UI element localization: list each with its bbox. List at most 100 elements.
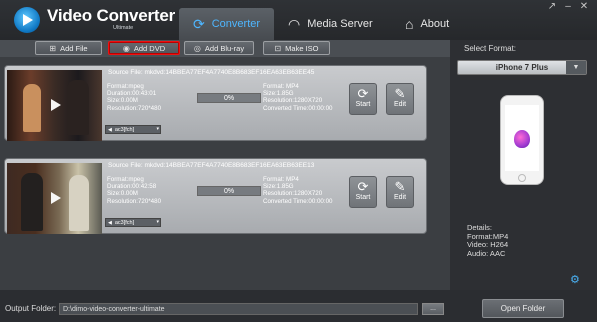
source-format: Format:mpeg [107,176,144,183]
source-resolution: Resolution:720*480 [107,197,162,205]
converted-time: Converted Time:00:00:00 [263,104,333,112]
footer: Output Folder: D:\dimo-video-converter-u… [0,290,597,322]
header: Video Converter Ultimate ⟳ Converter ◠ M… [0,0,597,40]
source-size: Size:0.00M [107,97,138,105]
app-window: Video Converter Ultimate ⟳ Converter ◠ M… [0,0,597,322]
output-resolution: Resolution:1280X720 [263,97,323,105]
toolbar: ⊞ Add File ◉ Add DVD ◎ Add Blu-ray ⊡ Mak… [0,40,450,57]
format-dropdown[interactable]: iPhone 7 Plus ▼ [457,60,587,75]
output-size: Size:1.85G [263,183,294,191]
audio-track-value: ac3[fch] [114,126,135,133]
add-file-label: Add File [60,43,88,53]
make-iso-label: Make ISO [285,43,319,53]
progress-bar: 0% [197,93,261,103]
source-size: Size:0.00M [107,190,138,198]
chevron-down-icon: ▾ [156,126,159,132]
add-bluray-button[interactable]: ◎ Add Blu-ray [184,41,254,55]
edit-button[interactable]: ✎ Edit [386,83,414,115]
list-item[interactable]: Source File: mkdvd:14BBEA77EF4A7740E8B68… [4,65,427,141]
person-figure [21,173,43,231]
edit-icon: ✎ [394,86,406,101]
start-button[interactable]: ⟳ Start [349,176,377,208]
tab-label: Converter [211,18,261,30]
output-info: Format: MP4 Size:1.85G Resolution:1280X7… [263,176,332,205]
gear-icon[interactable]: ⚙ [570,273,580,286]
tab-media-server[interactable]: ◠ Media Server [288,8,388,40]
open-folder-button[interactable]: Open Folder [482,299,564,318]
edit-label: Edit [393,194,407,201]
speaker-icon: ◀ [108,126,112,133]
source-info: Format:mpeg Duration:00:42:58 Size:0.00M… [107,176,161,205]
restore-window-button[interactable]: ↗ [545,0,559,14]
add-bluray-label: Add Blu-ray [204,43,245,53]
chevron-down-icon: ▼ [566,61,586,74]
person-figure [69,175,89,231]
output-folder-label: Output Folder: [5,304,57,313]
person-figure [23,84,41,132]
output-info: Format: MP4 Size:1.85G Resolution:1280X7… [263,83,332,112]
play-icon [51,192,61,204]
output-format: Format: MP4 [263,83,299,90]
progress-bar: 0% [197,186,261,196]
source-resolution: Resolution:720*480 [107,104,162,112]
audio-track-value: ac3[fch] [114,219,135,226]
refresh-icon: ⟳ [357,86,369,101]
source-duration: Duration:00:42:58 [107,183,157,191]
close-button[interactable]: ✕ [577,0,591,14]
tab-label: Media Server [307,18,373,30]
video-thumbnail[interactable] [7,163,102,234]
play-icon [51,99,61,111]
add-file-button[interactable]: ⊞ Add File [35,41,102,55]
start-button[interactable]: ⟳ Start [349,83,377,115]
edit-icon: ✎ [394,179,406,194]
edit-label: Edit [393,101,407,108]
speaker-icon: ◀ [108,219,112,226]
output-folder-field[interactable]: D:\dimo-video-converter-ultimate [59,303,418,315]
video-thumbnail[interactable] [7,70,102,141]
chevron-down-icon: ▾ [156,219,159,225]
logo-icon [14,7,40,33]
source-duration: Duration:00:43:01 [107,90,157,98]
tab-converter[interactable]: ⟳ Converter [179,8,274,40]
output-format: Format: MP4 [263,176,299,183]
bluray-icon: ◎ [193,43,201,53]
make-iso-button[interactable]: ⊡ Make ISO [263,41,330,55]
converted-time: Converted Time:00:00:00 [263,197,333,205]
output-resolution: Resolution:1280X720 [263,190,323,198]
audio-track-select[interactable]: ◀ ac3[fch] ▾ [105,218,161,227]
wifi-icon: ◠ [288,15,301,32]
source-file: Source File: mkdvd:14BBEA77EF4A7740E8B68… [108,69,315,76]
source-format: Format:mpeg [107,83,144,90]
output-size: Size:1.85G [263,90,294,98]
app-title: Video Converter [47,6,176,25]
tab-about[interactable]: ⌂ About [405,8,465,40]
source-file: Source File: mkdvd:14BBEA77EF4A7740E8B68… [108,162,315,169]
browse-button[interactable]: ... [422,303,444,315]
app-subtitle: Ultimate [113,25,134,31]
source-info: Format:mpeg Duration:00:43:01 Size:0.00M… [107,83,161,112]
start-label: Start [355,194,371,201]
details-audio: Audio: AAC [467,248,506,258]
person-figure [67,80,89,135]
format-value: iPhone 7 Plus [495,63,549,72]
tab-label: About [420,18,450,30]
minimize-button[interactable]: – [561,0,575,14]
refresh-icon: ⟳ [193,15,205,32]
dvd-icon: ◉ [122,43,130,53]
home-icon: ⌂ [405,16,414,32]
device-preview [500,95,544,185]
format-panel: Select Format: iPhone 7 Plus ▼ Details: … [450,40,597,290]
audio-track-select[interactable]: ◀ ac3[fch] ▾ [105,125,161,134]
refresh-icon: ⟳ [357,179,369,194]
conversion-list: Source File: mkdvd:14BBEA77EF4A7740E8B68… [0,57,450,290]
apple-logo-icon [514,130,530,148]
home-button-icon [518,174,526,182]
format-details: Details: Format:MP4 Video: H264 Audio: A… [467,223,508,258]
device-screen [505,105,539,171]
add-dvd-button[interactable]: ◉ Add DVD [108,41,180,55]
start-label: Start [355,101,371,108]
edit-button[interactable]: ✎ Edit [386,176,414,208]
iso-icon: ⊡ [274,43,282,53]
add-file-icon: ⊞ [49,43,57,53]
list-item[interactable]: Source File: mkdvd:14BBEA77EF4A7740E8B68… [4,158,427,234]
